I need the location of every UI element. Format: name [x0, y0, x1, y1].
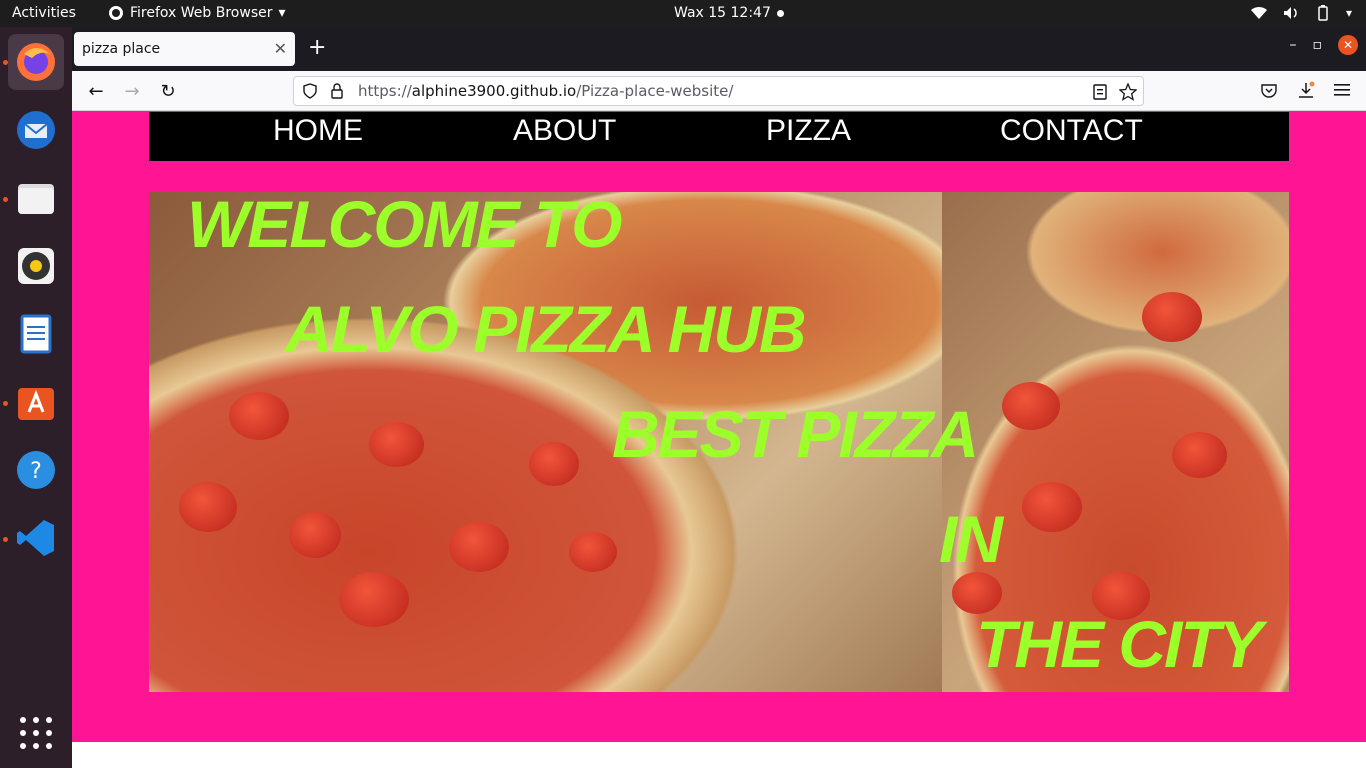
- hero-line-5: THE CITY: [976, 607, 1263, 681]
- volume-icon: [1283, 7, 1297, 19]
- thunderbird-icon: [17, 111, 55, 149]
- close-tab-icon[interactable]: ✕: [274, 39, 287, 58]
- forward-button[interactable]: →: [121, 80, 143, 102]
- app-name: Firefox Web Browser: [130, 5, 273, 21]
- hero-banner: WELCOME TO ALVO PIZZA HUB BEST PIZZA IN …: [149, 192, 1289, 692]
- nav-about-link[interactable]: ABOUT: [513, 114, 616, 148]
- running-indicator: [3, 60, 8, 65]
- bookmark-star-icon[interactable]: [1119, 83, 1137, 101]
- app-menu[interactable]: Firefox Web Browser ▾: [108, 5, 286, 21]
- tab-pizza-place[interactable]: pizza place ✕: [74, 32, 295, 66]
- show-applications-icon[interactable]: [20, 717, 52, 749]
- running-indicator: [3, 197, 8, 202]
- lock-icon[interactable]: [330, 83, 344, 99]
- nav-home-link[interactable]: HOME: [273, 114, 363, 148]
- running-indicator: [3, 401, 8, 406]
- clock[interactable]: Wax 15 12:47: [674, 5, 771, 21]
- hero-line-1: WELCOME TO: [187, 192, 622, 261]
- navigation-toolbar: ← → ↻ https://alphine3900.github.io/Pizz…: [72, 71, 1366, 111]
- dock-files[interactable]: [8, 170, 64, 226]
- software-center-icon: [18, 388, 54, 420]
- notification-dot: [777, 10, 784, 17]
- minimize-button[interactable]: –: [1290, 37, 1297, 53]
- url-host: alphine3900.github.io: [411, 82, 577, 100]
- dock: ?: [0, 27, 72, 768]
- url-bar[interactable]: https://alphine3900.github.io/Pizza-plac…: [293, 76, 1144, 106]
- dock-writer[interactable]: [8, 306, 64, 362]
- wifi-icon: [1250, 6, 1267, 19]
- system-tray[interactable]: ▾: [1250, 4, 1352, 22]
- nav-contact-link[interactable]: CONTACT: [1000, 114, 1143, 148]
- shield-icon[interactable]: [302, 83, 318, 99]
- chevron-down-icon: ▾: [278, 5, 286, 21]
- files-icon: [18, 184, 54, 214]
- page-footer-area: [72, 742, 1366, 768]
- activities-button[interactable]: Activities: [12, 5, 76, 21]
- new-tab-button[interactable]: +: [308, 35, 326, 60]
- tab-strip: pizza place ✕ + – ▫ ✕: [72, 27, 1366, 71]
- rhythmbox-icon: [18, 248, 54, 284]
- vscode-icon: [17, 520, 54, 556]
- dock-help[interactable]: ?: [8, 442, 64, 498]
- reload-button[interactable]: ↻: [157, 80, 179, 102]
- firefox-window: pizza place ✕ + – ▫ ✕ ← → ↻ https://alph…: [72, 27, 1366, 768]
- dock-software[interactable]: [8, 374, 64, 430]
- downloads-icon[interactable]: [1297, 81, 1315, 101]
- url-path: /Pizza-place-website/: [576, 82, 734, 100]
- libreoffice-writer-icon: [20, 314, 52, 354]
- window-controls: – ▫ ✕: [1290, 35, 1366, 55]
- page-content: HOME ABOUT PIZZA CONTACT WELCOME TO ALVO…: [72, 111, 1366, 742]
- help-icon: ?: [17, 451, 55, 489]
- system-top-bar: Activities Firefox Web Browser ▾ Wax 15 …: [0, 0, 1366, 27]
- running-indicator: [3, 537, 8, 542]
- dock-firefox[interactable]: [8, 34, 64, 90]
- nav-pizza-link[interactable]: PIZZA: [766, 114, 851, 148]
- firefox-small-icon: [109, 6, 123, 20]
- close-window-button[interactable]: ✕: [1338, 35, 1358, 55]
- hero-line-2: ALVO PIZZA HUB: [285, 292, 807, 366]
- site-navbar: HOME ABOUT PIZZA CONTACT: [149, 112, 1289, 161]
- dock-thunderbird[interactable]: [8, 102, 64, 158]
- svg-text:?: ?: [30, 459, 42, 484]
- url-scheme: https://: [358, 82, 412, 100]
- battery-icon: [1318, 5, 1328, 21]
- firefox-icon: [17, 43, 55, 81]
- dock-rhythmbox[interactable]: [8, 238, 64, 294]
- power-menu-icon: ▾: [1345, 6, 1352, 20]
- pocket-icon[interactable]: [1260, 82, 1278, 100]
- hero-line-3: BEST PIZZA: [612, 397, 979, 471]
- dock-vscode[interactable]: [8, 510, 64, 566]
- maximize-button[interactable]: ▫: [1313, 37, 1323, 53]
- hero-line-4: IN: [939, 502, 1003, 576]
- menu-icon[interactable]: [1334, 83, 1350, 97]
- back-button[interactable]: ←: [85, 80, 107, 102]
- reader-view-icon[interactable]: [1093, 84, 1107, 100]
- tab-title: pizza place: [82, 41, 161, 57]
